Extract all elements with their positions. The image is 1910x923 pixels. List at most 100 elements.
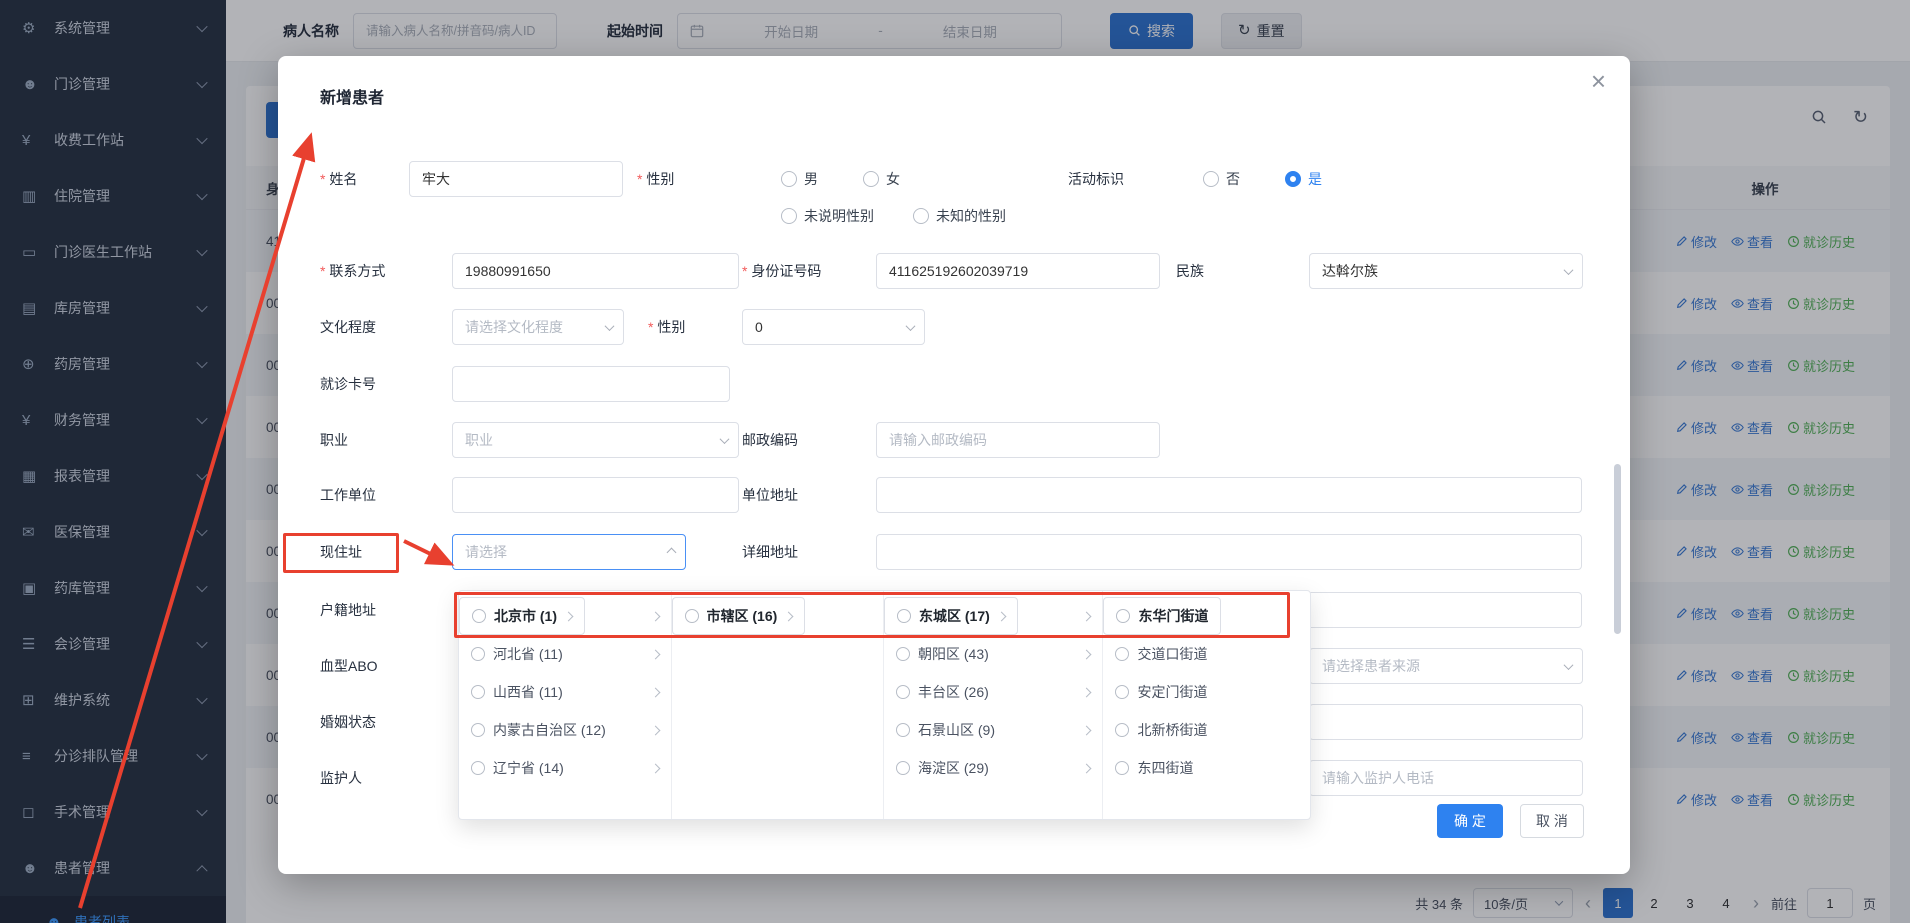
radio-icon bbox=[863, 171, 879, 187]
blood-type-label: 血型ABO bbox=[320, 648, 378, 684]
occupation-label: 职业 bbox=[320, 422, 348, 458]
cancel-button[interactable]: 取 消 bbox=[1520, 804, 1584, 838]
cascader-province-column: 北京市 (1) 天津市 (1) 河北省 (11) 山西省 bbox=[459, 591, 672, 819]
radio-icon bbox=[1115, 647, 1129, 661]
postcode-label: 邮政编码 bbox=[742, 422, 798, 458]
radio-icon bbox=[1203, 171, 1219, 187]
guardian-label: 监护人 bbox=[320, 760, 362, 796]
chevron-right-icon bbox=[650, 763, 660, 773]
chevron-right-icon bbox=[1082, 763, 1092, 773]
chevron-right-icon bbox=[1082, 611, 1092, 621]
radio-icon bbox=[471, 685, 485, 699]
occupation-select[interactable]: 职业 bbox=[452, 422, 739, 458]
radio-icon bbox=[897, 609, 911, 623]
visit-card-input[interactable] bbox=[452, 366, 730, 402]
radio-icon bbox=[781, 171, 797, 187]
cascader-option[interactable]: 市辖区 (16) bbox=[672, 597, 806, 635]
gender-label: 性别 bbox=[637, 161, 674, 197]
chevron-right-icon bbox=[650, 649, 660, 659]
radio-icon bbox=[471, 761, 485, 775]
cascader-option[interactable]: 东城区 (17) bbox=[884, 597, 1018, 635]
active-flag-no[interactable]: 否 bbox=[1203, 169, 1240, 189]
radio-icon bbox=[471, 647, 485, 661]
current-address-label: 现住址 bbox=[320, 534, 362, 570]
chevron-down-icon bbox=[1564, 265, 1574, 275]
cascader-option[interactable]: 东华门街道 bbox=[1103, 597, 1221, 635]
radio-icon bbox=[896, 723, 910, 737]
contact-label: 联系方式 bbox=[320, 253, 385, 289]
chevron-up-icon bbox=[667, 547, 677, 557]
employer-input[interactable] bbox=[452, 477, 739, 513]
name-label: 姓名 bbox=[320, 161, 357, 197]
radio-icon bbox=[685, 609, 699, 623]
radio-icon bbox=[896, 685, 910, 699]
chevron-down-icon bbox=[1564, 660, 1574, 670]
cascader-district-column: 东城区 (17) 西城区 (15) 朝阳区 (43) 丰台 bbox=[884, 591, 1103, 819]
chevron-right-icon bbox=[1082, 725, 1092, 735]
patient-source-select[interactable]: 请选择患者来源 bbox=[1309, 648, 1583, 684]
gender-option-unknown[interactable]: 未知的性别 bbox=[913, 206, 1006, 226]
radio-icon bbox=[896, 647, 910, 661]
modal-title: 新增患者 bbox=[320, 84, 384, 108]
current-address-cascader[interactable]: 请选择 bbox=[452, 534, 686, 570]
chevron-right-icon bbox=[650, 687, 660, 697]
cascader-option[interactable]: 丰台区 (26) bbox=[884, 673, 1102, 711]
address-cascader-dropdown: 北京市 (1) 天津市 (1) 河北省 (11) 山西省 bbox=[458, 590, 1311, 820]
id-number-input[interactable] bbox=[876, 253, 1160, 289]
gender-option-male[interactable]: 男 bbox=[781, 169, 818, 189]
cascader-option[interactable]: 辽宁省 (14) bbox=[459, 749, 671, 787]
gender-option-unspecified[interactable]: 未说明性别 bbox=[781, 206, 874, 226]
cascader-option[interactable]: 北京市 (1) bbox=[459, 597, 585, 635]
radio-icon bbox=[896, 761, 910, 775]
gender-code-label: 性别 bbox=[648, 309, 685, 345]
cascader-option[interactable]: 海淀区 (29) bbox=[884, 749, 1102, 787]
chevron-right-icon bbox=[996, 611, 1006, 621]
cascader-option[interactable]: 安定门街道 bbox=[1103, 673, 1310, 711]
detail-address-label: 详细地址 bbox=[742, 534, 798, 570]
cascader-option[interactable]: 内蒙古自治区 (12) bbox=[459, 711, 671, 749]
cascader-street-column: 东华门街道 景山街道 交道口街道 安定门街道 bbox=[1103, 591, 1310, 819]
education-label: 文化程度 bbox=[320, 309, 376, 345]
modal-scrollbar[interactable] bbox=[1614, 464, 1621, 634]
radio-icon bbox=[1115, 685, 1129, 699]
gender-code-select[interactable]: 0 bbox=[742, 309, 925, 345]
contact-input[interactable] bbox=[452, 253, 739, 289]
chevron-down-icon bbox=[906, 321, 916, 331]
education-select[interactable]: 请选择文化程度 bbox=[452, 309, 624, 345]
radio-checked-icon bbox=[1285, 171, 1301, 187]
radio-icon bbox=[1115, 723, 1129, 737]
postcode-input[interactable] bbox=[876, 422, 1160, 458]
chevron-down-icon bbox=[605, 321, 615, 331]
radio-icon bbox=[781, 208, 797, 224]
name-input[interactable] bbox=[409, 161, 623, 197]
radio-icon bbox=[471, 723, 485, 737]
registered-address-label: 户籍地址 bbox=[320, 592, 376, 628]
cascader-option[interactable]: 河北省 (11) bbox=[459, 635, 671, 673]
detail-address-input[interactable] bbox=[876, 534, 1582, 570]
close-icon[interactable]: × bbox=[1591, 68, 1606, 94]
chevron-right-icon bbox=[784, 611, 794, 621]
chevron-right-icon bbox=[1082, 687, 1092, 697]
marital-status-input[interactable] bbox=[1309, 704, 1583, 740]
gender-option-female[interactable]: 女 bbox=[863, 169, 900, 189]
confirm-button[interactable]: 确 定 bbox=[1437, 804, 1503, 838]
cascader-option[interactable]: 石景山区 (9) bbox=[884, 711, 1102, 749]
active-flag-yes[interactable]: 是 bbox=[1285, 169, 1322, 189]
radio-icon bbox=[1116, 609, 1130, 623]
guardian-phone-input[interactable] bbox=[1309, 760, 1583, 796]
id-number-label: 身份证号码 bbox=[742, 253, 821, 289]
chevron-right-icon bbox=[1082, 649, 1092, 659]
chevron-right-icon bbox=[650, 725, 660, 735]
cascader-option[interactable]: 交道口街道 bbox=[1103, 635, 1310, 673]
screen: ⚙ 系统管理 ☻ 门诊管理 ¥ 收费工作站 ▥ bbox=[0, 0, 1910, 923]
radio-icon bbox=[472, 609, 486, 623]
employer-address-input[interactable] bbox=[876, 477, 1582, 513]
cascader-option[interactable]: 东四街道 bbox=[1103, 749, 1310, 787]
active-flag-label: 活动标识 bbox=[1068, 161, 1124, 197]
cascader-option[interactable]: 山西省 (11) bbox=[459, 673, 671, 711]
ethnic-select[interactable]: 达斡尔族 bbox=[1309, 253, 1583, 289]
employer-address-label: 单位地址 bbox=[742, 477, 798, 513]
visit-card-label: 就诊卡号 bbox=[320, 366, 376, 402]
cascader-option[interactable]: 北新桥街道 bbox=[1103, 711, 1310, 749]
cascader-option[interactable]: 朝阳区 (43) bbox=[884, 635, 1102, 673]
